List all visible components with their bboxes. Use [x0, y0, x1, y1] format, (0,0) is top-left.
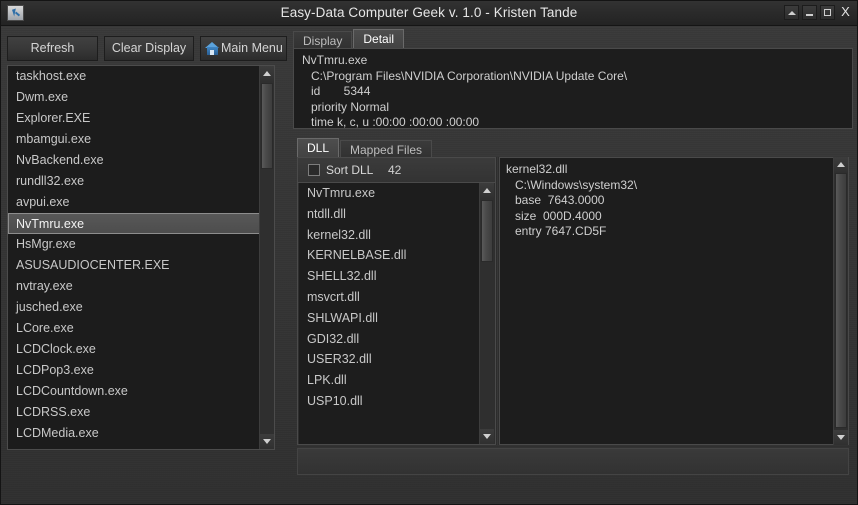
- window-title: Easy-Data Computer Geek v. 1.0 - Kristen…: [280, 5, 578, 20]
- process-list-item[interactable]: Explorer.EXE: [8, 108, 260, 129]
- process-list-item[interactable]: nvtray.exe: [8, 276, 260, 297]
- process-list-item[interactable]: jusched.exe: [8, 297, 260, 318]
- title-bar: Easy-Data Computer Geek v. 1.0 - Kristen…: [1, 1, 857, 26]
- dll-list-item[interactable]: LPK.dll: [299, 370, 479, 391]
- top-tab-bar: Display Detail: [293, 29, 405, 49]
- info-scroll-down-icon[interactable]: [834, 430, 848, 445]
- home-icon: [205, 42, 220, 56]
- dll-list-item[interactable]: kernel32.dll: [299, 225, 479, 246]
- dll-info-base: base 7643.0000: [515, 193, 605, 207]
- process-list-scrollbar[interactable]: [259, 66, 274, 449]
- dll-list-item[interactable]: KERNELBASE.dll: [299, 245, 479, 266]
- lower-tab-bar: DLL Mapped Files: [297, 138, 433, 158]
- right-pane: Display Detail NvTmru.exe C:\Program File…: [293, 29, 853, 477]
- main-menu-button[interactable]: Main Menu: [200, 36, 287, 61]
- dll-list-item[interactable]: msvcrt.dll: [299, 287, 479, 308]
- minimize-button[interactable]: [802, 5, 817, 20]
- tab-dll[interactable]: DLL: [297, 138, 340, 158]
- refresh-button[interactable]: Refresh: [7, 36, 98, 61]
- detail-line-path: C:\Program Files\NVIDIA Corporation\NVID…: [311, 68, 628, 83]
- rollup-button[interactable]: [784, 5, 799, 20]
- process-list-item[interactable]: LCDMedia.exe: [8, 423, 260, 444]
- dll-list-item[interactable]: USP10.dll: [299, 391, 479, 412]
- dll-info-panel: kernel32.dll C:\Windows\system32\ base 7…: [499, 157, 849, 445]
- detail-line-id: id 5344: [311, 84, 371, 98]
- dll-list-item[interactable]: ntdll.dll: [299, 204, 479, 225]
- detail-line-time: time k, c, u :00:00 :00:00 :00:00: [311, 115, 480, 129]
- process-list-item[interactable]: avpui.exe: [8, 192, 260, 213]
- process-list-item[interactable]: Dwm.exe: [8, 87, 260, 108]
- toolbar: Refresh Clear Display Main Menu: [7, 36, 287, 61]
- scroll-up-icon[interactable]: [260, 66, 274, 81]
- dll-list-item[interactable]: USER32.dll: [299, 349, 479, 370]
- status-panel: [297, 448, 849, 475]
- detail-line-priority: priority Normal: [311, 99, 390, 114]
- dll-list-item[interactable]: SHLWAPI.dll: [299, 308, 479, 329]
- detail-text-panel: NvTmru.exe C:\Program Files\NVIDIA Corpo…: [293, 48, 853, 129]
- process-list-item[interactable]: LCDRSS.exe: [8, 402, 260, 423]
- process-list-item[interactable]: ASUSAUDIOCENTER.EXE: [8, 255, 260, 276]
- dll-scroll-up-icon[interactable]: [480, 183, 494, 198]
- dll-info-name: kernel32.dll: [506, 162, 568, 176]
- close-icon: X: [841, 4, 850, 19]
- dll-info-path: C:\Windows\system32\: [515, 177, 638, 192]
- process-list-item[interactable]: taskhost.exe: [8, 66, 260, 87]
- main-menu-label: Main Menu: [221, 41, 283, 55]
- sort-dll-label: Sort DLL: [326, 163, 374, 177]
- window-controls: X: [784, 4, 853, 20]
- process-list-item[interactable]: NvTmru.exe: [8, 213, 260, 234]
- tab-detail[interactable]: Detail: [353, 29, 405, 49]
- maximize-button[interactable]: [820, 5, 835, 20]
- dll-info-scrollbar[interactable]: [833, 157, 848, 445]
- process-list-item[interactable]: mbamgui.exe: [8, 129, 260, 150]
- scroll-down-icon[interactable]: [260, 434, 274, 449]
- cursor-icon: [7, 5, 24, 21]
- process-list[interactable]: taskhost.exe Dwm.exe Explorer.EXE mbamgui.e…: [8, 66, 260, 449]
- dll-scroll-down-icon[interactable]: [480, 429, 494, 444]
- close-button[interactable]: X: [838, 4, 853, 20]
- scroll-thumb[interactable]: [261, 83, 273, 169]
- process-list-item[interactable]: HsMgr.exe: [8, 234, 260, 255]
- info-scroll-thumb[interactable]: [835, 173, 847, 428]
- dll-list-item[interactable]: NvTmru.exe: [299, 183, 479, 204]
- info-scroll-up-icon[interactable]: [834, 157, 848, 172]
- process-list-item[interactable]: rundll32.exe: [8, 171, 260, 192]
- dll-list-item[interactable]: GDI32.dll: [299, 329, 479, 350]
- clear-display-button[interactable]: Clear Display: [104, 36, 194, 61]
- process-list-item[interactable]: LCDClock.exe: [8, 339, 260, 360]
- dll-list[interactable]: NvTmru.exe ntdll.dll kernel32.dll KERNELBAS…: [299, 183, 479, 444]
- dll-info-size: size 000D.4000: [515, 208, 602, 223]
- dll-list-item[interactable]: SHELL32.dll: [299, 266, 479, 287]
- dll-info-entry: entry 7647.CD5F: [515, 224, 607, 238]
- sort-dll-row: Sort DLL 42: [298, 158, 495, 183]
- tab-display[interactable]: Display: [293, 31, 353, 49]
- process-list-item[interactable]: LCDCountdown.exe: [8, 381, 260, 402]
- process-list-item[interactable]: NvBackend.exe: [8, 150, 260, 171]
- sort-dll-checkbox[interactable]: [308, 164, 320, 176]
- process-list-item[interactable]: LCore.exe: [8, 318, 260, 339]
- dll-panel: Sort DLL 42 NvTmru.exe ntdll.dll kernel32.…: [297, 157, 496, 445]
- process-list-panel: taskhost.exe Dwm.exe Explorer.EXE mbamgui.e…: [7, 65, 275, 450]
- detail-line-process: NvTmru.exe: [302, 53, 368, 67]
- tab-mapped-files[interactable]: Mapped Files: [340, 140, 433, 158]
- dll-list-scrollbar[interactable]: [479, 183, 494, 444]
- dll-count: 42: [388, 163, 402, 177]
- process-list-item[interactable]: LCDPop3.exe: [8, 360, 260, 381]
- application-window: Easy-Data Computer Geek v. 1.0 - Kristen…: [0, 0, 858, 505]
- dll-scroll-thumb[interactable]: [481, 200, 493, 262]
